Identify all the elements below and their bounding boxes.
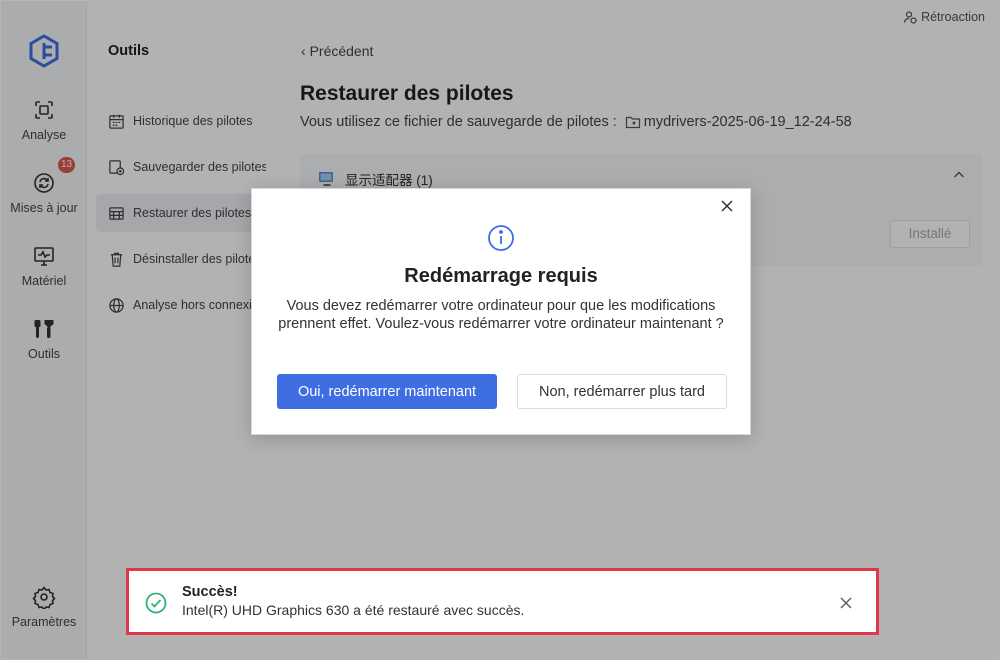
close-icon[interactable] xyxy=(718,197,736,215)
success-check-icon xyxy=(145,592,167,614)
restart-required-dialog: Redémarrage requis Vous devez redémarrer… xyxy=(251,188,751,435)
restart-later-button[interactable]: Non, redémarrer plus tard xyxy=(517,374,727,409)
info-icon xyxy=(488,225,514,251)
app-window: Analyse 13 Mises à jour Matériel Outils … xyxy=(0,0,1000,660)
restart-now-button[interactable]: Oui, redémarrer maintenant xyxy=(277,374,497,409)
toast-highlight: Succès! Intel(R) UHD Graphics 630 a été … xyxy=(126,568,879,635)
dialog-message: Vous devez redémarrer votre ordinateur p… xyxy=(278,298,724,332)
dialog-title: Redémarrage requis xyxy=(404,265,598,287)
close-icon[interactable] xyxy=(839,596,853,610)
success-toast: Succès! Intel(R) UHD Graphics 630 a été … xyxy=(132,574,873,629)
toast-title: Succès! xyxy=(182,584,238,600)
toast-message: Intel(R) UHD Graphics 630 a été restauré… xyxy=(182,602,525,618)
